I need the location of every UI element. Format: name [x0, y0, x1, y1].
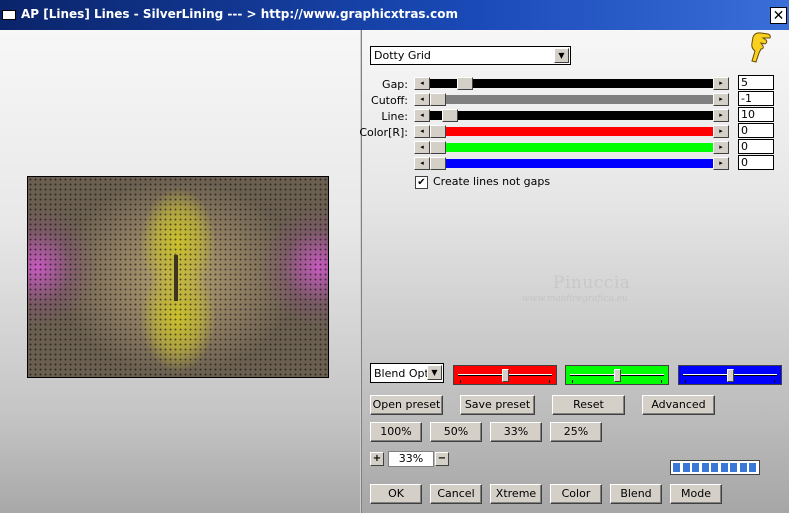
- progress-segment: [749, 463, 756, 472]
- arrow-right-icon[interactable]: ▸: [713, 77, 729, 90]
- chevron-down-icon[interactable]: ▼: [427, 365, 442, 380]
- arrow-left-icon[interactable]: ◂: [414, 93, 430, 106]
- line-value[interactable]: 10: [738, 107, 774, 122]
- open-preset-button[interactable]: Open preset: [370, 395, 443, 415]
- arrow-left-icon[interactable]: ◂: [414, 125, 430, 138]
- cancel-button[interactable]: Cancel: [430, 484, 482, 504]
- color-g-thumb[interactable]: [430, 141, 446, 154]
- cutoff-thumb[interactable]: [430, 93, 446, 106]
- zoom-100-button[interactable]: 100%: [370, 422, 422, 442]
- reset-button[interactable]: Reset: [552, 395, 625, 415]
- watermark-site: www.maidiregrafica.eu: [522, 294, 628, 304]
- close-button[interactable]: ✕: [770, 7, 787, 24]
- app-icon: [2, 10, 16, 20]
- progress-segment: [730, 463, 737, 472]
- line-label: Line:: [381, 110, 408, 123]
- gap-value[interactable]: 5: [738, 75, 774, 90]
- color-b-thumb[interactable]: [430, 157, 446, 170]
- preview-center-line: [174, 255, 178, 301]
- window-title: AP [Lines] Lines - SilverLining --- > ht…: [21, 7, 458, 21]
- green-blend-thumb[interactable]: [614, 369, 621, 382]
- color-r-slider[interactable]: ◂ ▸: [414, 125, 729, 138]
- green-blend-slider[interactable]: [565, 365, 669, 385]
- title-bar: AP [Lines] Lines - SilverLining --- > ht…: [0, 0, 789, 30]
- pointing-hand-icon[interactable]: [749, 31, 773, 65]
- red-blend-thumb[interactable]: [502, 369, 509, 382]
- arrow-right-icon[interactable]: ▸: [713, 157, 729, 170]
- color-r-label: Color[R]:: [359, 126, 408, 139]
- arrow-left-icon[interactable]: ◂: [414, 109, 430, 122]
- zoom-33-button[interactable]: 33%: [490, 422, 542, 442]
- slider-tick: [685, 380, 686, 383]
- xtreme-button[interactable]: Xtreme: [490, 484, 542, 504]
- advanced-button[interactable]: Advanced: [642, 395, 715, 415]
- zoom-50-button[interactable]: 50%: [430, 422, 482, 442]
- color-r-track[interactable]: [430, 127, 713, 136]
- arrow-left-icon[interactable]: ◂: [414, 77, 430, 90]
- arrow-right-icon[interactable]: ▸: [713, 125, 729, 138]
- line-track[interactable]: [430, 111, 713, 120]
- line-thumb[interactable]: [442, 109, 458, 122]
- create-lines-checkbox[interactable]: ✔: [415, 176, 428, 189]
- slider-tick: [460, 380, 461, 383]
- color-g-slider[interactable]: ◂ ▸: [414, 141, 729, 154]
- zoom-out-button[interactable]: −: [435, 452, 449, 466]
- progress-segment: [711, 463, 718, 472]
- progress-segment: [701, 463, 709, 472]
- ok-button[interactable]: OK: [370, 484, 422, 504]
- blue-blend-slider[interactable]: [678, 365, 782, 385]
- slider-tick: [549, 380, 550, 383]
- cutoff-value[interactable]: -1: [738, 91, 774, 106]
- arrow-right-icon[interactable]: ▸: [713, 109, 729, 122]
- color-r-thumb[interactable]: [430, 125, 446, 138]
- create-lines-label: Create lines not gaps: [433, 175, 551, 188]
- preview-image[interactable]: [27, 176, 329, 378]
- slider-tick: [572, 380, 573, 383]
- blend-options-select[interactable]: Blend Optio ▼: [370, 363, 444, 383]
- color-b-track[interactable]: [430, 159, 713, 168]
- zoom-level-field[interactable]: 33%: [388, 451, 434, 467]
- progress-segment: [720, 463, 728, 472]
- preview-pane: [0, 30, 360, 513]
- cutoff-track[interactable]: [430, 95, 713, 104]
- progress-segment: [692, 463, 699, 472]
- progress-bar: [670, 460, 760, 475]
- arrow-left-icon[interactable]: ◂: [414, 141, 430, 154]
- progress-segment: [739, 463, 747, 472]
- color-b-slider[interactable]: ◂ ▸: [414, 157, 729, 170]
- arrow-left-icon[interactable]: ◂: [414, 157, 430, 170]
- chevron-down-icon[interactable]: ▼: [554, 48, 569, 63]
- blue-blend-thumb[interactable]: [727, 369, 734, 382]
- progress-segment: [673, 463, 680, 472]
- preset-select-value: Dotty Grid: [374, 49, 431, 62]
- zoom-25-button[interactable]: 25%: [550, 422, 602, 442]
- progress-segment: [682, 463, 690, 472]
- red-blend-slider[interactable]: [453, 365, 557, 385]
- arrow-right-icon[interactable]: ▸: [713, 93, 729, 106]
- zoom-in-button[interactable]: +: [370, 452, 384, 466]
- slider-tick: [774, 380, 775, 383]
- color-r-value[interactable]: 0: [738, 123, 774, 138]
- watermark-name: Pinuccia: [553, 273, 631, 293]
- color-g-value[interactable]: 0: [738, 139, 774, 154]
- save-preset-button[interactable]: Save preset: [460, 395, 535, 415]
- line-slider[interactable]: ◂ ▸: [414, 109, 729, 122]
- color-b-value[interactable]: 0: [738, 155, 774, 170]
- color-button[interactable]: Color: [550, 484, 602, 504]
- arrow-right-icon[interactable]: ▸: [713, 141, 729, 154]
- cutoff-slider[interactable]: ◂ ▸: [414, 93, 729, 106]
- color-g-track[interactable]: [430, 143, 713, 152]
- mode-button[interactable]: Mode: [670, 484, 722, 504]
- blend-button[interactable]: Blend: [610, 484, 662, 504]
- gap-label: Gap:: [382, 78, 408, 91]
- slider-tick: [661, 380, 662, 383]
- dotty-grid-overlay: [28, 177, 328, 377]
- gap-slider[interactable]: ◂ ▸: [414, 77, 729, 90]
- preset-select[interactable]: Dotty Grid ▼: [370, 46, 571, 65]
- gap-thumb[interactable]: [457, 77, 473, 90]
- cutoff-label: Cutoff:: [371, 94, 408, 107]
